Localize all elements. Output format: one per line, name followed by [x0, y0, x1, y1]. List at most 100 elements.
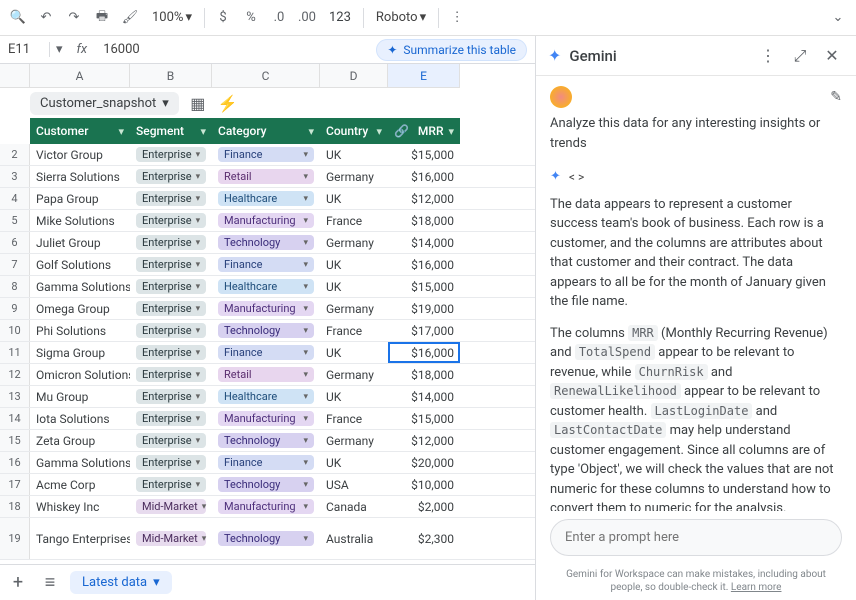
row-number[interactable]: 6 — [0, 232, 30, 253]
cell-segment[interactable]: Enterprise▾ — [130, 342, 212, 363]
th-category[interactable]: Category▾ — [212, 118, 320, 144]
name-box[interactable]: E11 — [0, 42, 50, 57]
cell-segment[interactable]: Enterprise▾ — [130, 452, 212, 473]
cell-category[interactable]: Technology▾ — [212, 518, 320, 559]
cell-mrr[interactable]: $2,000 — [388, 496, 460, 517]
decimal-increase-icon[interactable]: .00 — [297, 8, 317, 28]
category-pill[interactable]: Retail▾ — [218, 367, 314, 382]
summarize-table-button[interactable]: ✦ Summarize this table — [376, 39, 527, 61]
category-pill[interactable]: Finance▾ — [218, 345, 314, 360]
cell-category[interactable]: Healthcare▾ — [212, 386, 320, 407]
row-number[interactable]: 16 — [0, 452, 30, 473]
cell-customer[interactable]: Iota Solutions — [30, 408, 130, 429]
segment-pill[interactable]: Enterprise▾ — [136, 389, 206, 404]
th-customer[interactable]: Customer▾ — [30, 118, 130, 144]
table-row[interactable]: 12Omicron SolutionsEnterprise▾Retail▾Ger… — [0, 364, 535, 386]
zoom-dropdown[interactable]: 100% ▾ — [148, 8, 196, 27]
table-row[interactable]: 6Juliet GroupEnterprise▾Technology▾Germa… — [0, 232, 535, 254]
col-header-e[interactable]: E — [388, 64, 460, 88]
paint-format-icon[interactable]: 🖌 — [120, 8, 140, 28]
font-dropdown[interactable]: Roboto ▾ — [372, 8, 430, 27]
category-pill[interactable]: Manufacturing▾ — [218, 411, 314, 426]
cell-customer[interactable]: Golf Solutions — [30, 254, 130, 275]
cell-category[interactable]: Healthcare▾ — [212, 188, 320, 209]
cell-customer[interactable]: Sierra Solutions — [30, 166, 130, 187]
grid-body[interactable]: 2Victor GroupEnterprise▾Finance▾UK$15,00… — [0, 144, 535, 564]
table-row[interactable]: 13Mu GroupEnterprise▾Healthcare▾UK$14,00… — [0, 386, 535, 408]
cell-mrr[interactable]: $15,000 — [388, 408, 460, 429]
table-view-icon[interactable]: ▦ — [187, 92, 209, 114]
select-all-corner[interactable] — [0, 64, 30, 88]
cell-country[interactable]: UK — [320, 452, 388, 473]
all-sheets-button[interactable]: ≡ — [38, 571, 62, 595]
sort-icon[interactable]: ▾ — [200, 125, 206, 138]
cell-category[interactable]: Finance▾ — [212, 452, 320, 473]
cell-country[interactable]: UK — [320, 342, 388, 363]
cell-segment[interactable]: Enterprise▾ — [130, 430, 212, 451]
cell-country[interactable]: Australia — [320, 518, 388, 559]
cell-mrr[interactable]: $18,000 — [388, 210, 460, 231]
table-row[interactable]: 16Gamma SolutionsEnterprise▾Finance▾UK$2… — [0, 452, 535, 474]
cell-category[interactable]: Technology▾ — [212, 232, 320, 253]
cell-mrr[interactable]: $2,300 — [388, 518, 460, 559]
cell-country[interactable]: UK — [320, 386, 388, 407]
table-row[interactable]: 4Papa GroupEnterprise▾Healthcare▾UK$12,0… — [0, 188, 535, 210]
segment-pill[interactable]: Enterprise▾ — [136, 279, 206, 294]
cell-customer[interactable]: Gamma Solutions — [30, 452, 130, 473]
segment-pill[interactable]: Enterprise▾ — [136, 345, 206, 360]
segment-pill[interactable]: Enterprise▾ — [136, 367, 206, 382]
cell-country[interactable]: USA — [320, 474, 388, 495]
category-pill[interactable]: Technology▾ — [218, 323, 314, 338]
collapse-icon[interactable]: ⌄ — [828, 8, 848, 28]
sort-icon[interactable]: ▾ — [308, 125, 314, 138]
cell-category[interactable]: Manufacturing▾ — [212, 210, 320, 231]
category-pill[interactable]: Healthcare▾ — [218, 191, 314, 206]
th-country[interactable]: Country▾ — [320, 118, 388, 144]
table-row[interactable]: 15Zeta GroupEnterprise▾Technology▾German… — [0, 430, 535, 452]
category-pill[interactable]: Retail▾ — [218, 169, 314, 184]
expand-response-icon[interactable]: < > — [569, 168, 584, 186]
segment-pill[interactable]: Enterprise▾ — [136, 147, 206, 162]
row-number[interactable]: 3 — [0, 166, 30, 187]
sheet-tab-active[interactable]: Latest data ▾ — [70, 571, 172, 594]
cell-segment[interactable]: Enterprise▾ — [130, 298, 212, 319]
category-pill[interactable]: Manufacturing▾ — [218, 301, 314, 316]
sort-icon[interactable]: ▾ — [448, 125, 454, 138]
redo-icon[interactable]: ↷ — [64, 8, 84, 28]
cell-customer[interactable]: Mike Solutions — [30, 210, 130, 231]
cell-country[interactable]: UK — [320, 144, 388, 165]
cell-segment[interactable]: Enterprise▾ — [130, 474, 212, 495]
cell-category[interactable]: Manufacturing▾ — [212, 408, 320, 429]
col-header-a[interactable]: A — [30, 64, 130, 88]
row-number[interactable]: 11 — [0, 342, 30, 363]
cell-segment[interactable]: Enterprise▾ — [130, 364, 212, 385]
row-number[interactable]: 7 — [0, 254, 30, 275]
table-name-chip[interactable]: Customer_snapshot ▾ — [30, 92, 179, 115]
category-pill[interactable]: Technology▾ — [218, 433, 314, 448]
decimal-decrease-icon[interactable]: .0 — [269, 8, 289, 28]
cell-segment[interactable]: Enterprise▾ — [130, 276, 212, 297]
cell-customer[interactable]: Gamma Solutions — [30, 276, 130, 297]
segment-pill[interactable]: Enterprise▾ — [136, 433, 206, 448]
cell-segment[interactable]: Enterprise▾ — [130, 144, 212, 165]
segment-pill[interactable]: Enterprise▾ — [136, 477, 206, 492]
more-options-icon[interactable]: ⋮ — [756, 44, 780, 68]
formula-value[interactable]: 16000 — [95, 42, 376, 57]
more-formats-icon[interactable]: 123 — [325, 8, 355, 27]
table-row[interactable]: 9Omega GroupEnterprise▾Manufacturing▾Ger… — [0, 298, 535, 320]
cell-country[interactable]: Germany — [320, 166, 388, 187]
undo-icon[interactable]: ↶ — [36, 8, 56, 28]
gemini-prompt-input[interactable] — [550, 519, 842, 556]
cell-category[interactable]: Technology▾ — [212, 430, 320, 451]
row-number[interactable]: 15 — [0, 430, 30, 451]
row-number[interactable]: 14 — [0, 408, 30, 429]
cell-category[interactable]: Healthcare▾ — [212, 276, 320, 297]
cell-country[interactable]: Canada — [320, 496, 388, 517]
table-row[interactable]: 17Acme CorpEnterprise▾Technology▾USA$10,… — [0, 474, 535, 496]
cell-segment[interactable]: Enterprise▾ — [130, 188, 212, 209]
table-row[interactable]: 14Iota SolutionsEnterprise▾Manufacturing… — [0, 408, 535, 430]
segment-pill[interactable]: Enterprise▾ — [136, 235, 206, 250]
table-row[interactable]: 5Mike SolutionsEnterprise▾Manufacturing▾… — [0, 210, 535, 232]
row-number[interactable]: 2 — [0, 144, 30, 165]
cell-mrr[interactable]: $14,000 — [388, 386, 460, 407]
